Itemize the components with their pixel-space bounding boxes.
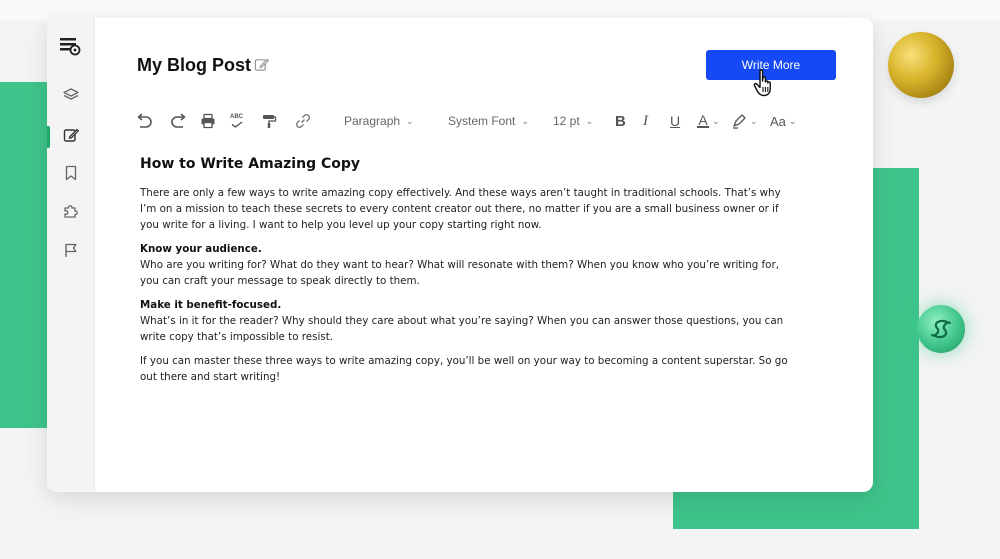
link-button[interactable] <box>295 110 311 132</box>
underline-button[interactable]: U <box>670 110 680 132</box>
sidebar <box>47 18 95 492</box>
intro-paragraph: There are only a few ways to write amazi… <box>140 187 781 231</box>
edit-title-icon[interactable] <box>254 57 270 77</box>
section-title: Make it benefit-focused. <box>140 299 282 311</box>
formatting-toolbar: ABC Paragraph ⌄ System Font ⌄ 12 pt ⌄ B <box>135 110 825 132</box>
font-family-dropdown[interactable]: System Font ⌄ <box>448 110 529 132</box>
link-icon <box>295 113 311 129</box>
sidebar-item-bookmark[interactable] <box>47 158 94 192</box>
paragraph-style-dropdown[interactable]: Paragraph ⌄ <box>344 110 414 132</box>
document-body[interactable]: How to Write Amazing Copy There are only… <box>140 156 790 393</box>
puzzle-icon <box>63 203 79 224</box>
page-top-strip <box>0 0 1000 20</box>
font-case-dropdown[interactable]: Aa ⌄ <box>770 110 796 132</box>
chevron-down-icon: ⌄ <box>585 115 594 126</box>
app-logo-icon <box>59 36 81 61</box>
layers-icon <box>62 87 79 108</box>
sidebar-item-plugins[interactable] <box>47 196 94 230</box>
print-button[interactable] <box>200 110 216 132</box>
bookmark-icon <box>64 165 78 186</box>
text-color-dropdown[interactable]: A ⌄ <box>697 110 720 132</box>
chevron-down-icon: ⌄ <box>521 115 529 126</box>
print-icon <box>200 113 216 129</box>
page-title: My Blog Post <box>137 55 252 75</box>
italic-button[interactable]: I <box>643 110 648 132</box>
spellcheck-icon: ABC <box>230 114 243 128</box>
redo-icon <box>170 113 188 129</box>
undo-icon <box>135 113 153 129</box>
document-heading: How to Write Amazing Copy <box>140 156 361 172</box>
undo-button[interactable] <box>135 110 153 132</box>
closing-paragraph: If you can master these three ways to wr… <box>140 355 788 383</box>
section-body: Who are you writing for? What do they wa… <box>140 259 779 287</box>
decorative-green-logo-icon <box>917 305 965 353</box>
format-painter-button[interactable] <box>261 110 277 132</box>
sidebar-item-edit[interactable] <box>47 120 94 154</box>
redo-button[interactable] <box>170 110 188 132</box>
chevron-down-icon: ⌄ <box>712 115 720 126</box>
section-body: What’s in it for the reader? Why should … <box>140 315 784 343</box>
hand-cursor-icon <box>753 68 777 103</box>
section-know-audience: Know your audience. Who are you writing … <box>140 241 790 289</box>
edit-icon <box>63 127 79 148</box>
bold-button[interactable]: B <box>615 110 626 132</box>
spellcheck-button[interactable]: ABC <box>230 110 243 132</box>
chevron-down-icon: ⌄ <box>788 115 797 126</box>
paint-roller-icon <box>261 113 277 129</box>
decorative-gold-sphere <box>888 32 954 98</box>
sidebar-item-flag[interactable] <box>47 235 94 269</box>
highlighter-icon <box>731 113 747 129</box>
highlight-dropdown[interactable]: ⌄ <box>731 110 758 132</box>
font-size-dropdown[interactable]: 12 pt ⌄ <box>553 110 593 132</box>
editor-window: My Blog Post Write More ABC Paragraph ⌄ … <box>47 18 873 492</box>
section-title: Know your audience. <box>140 243 262 255</box>
chevron-down-icon: ⌄ <box>406 115 414 126</box>
text-color-icon: A <box>697 112 709 128</box>
section-benefit-focused: Make it benefit-focused. What’s in it fo… <box>140 297 790 345</box>
flag-icon <box>63 242 79 263</box>
sidebar-item-layers[interactable] <box>47 80 94 114</box>
chevron-down-icon: ⌄ <box>750 115 758 126</box>
